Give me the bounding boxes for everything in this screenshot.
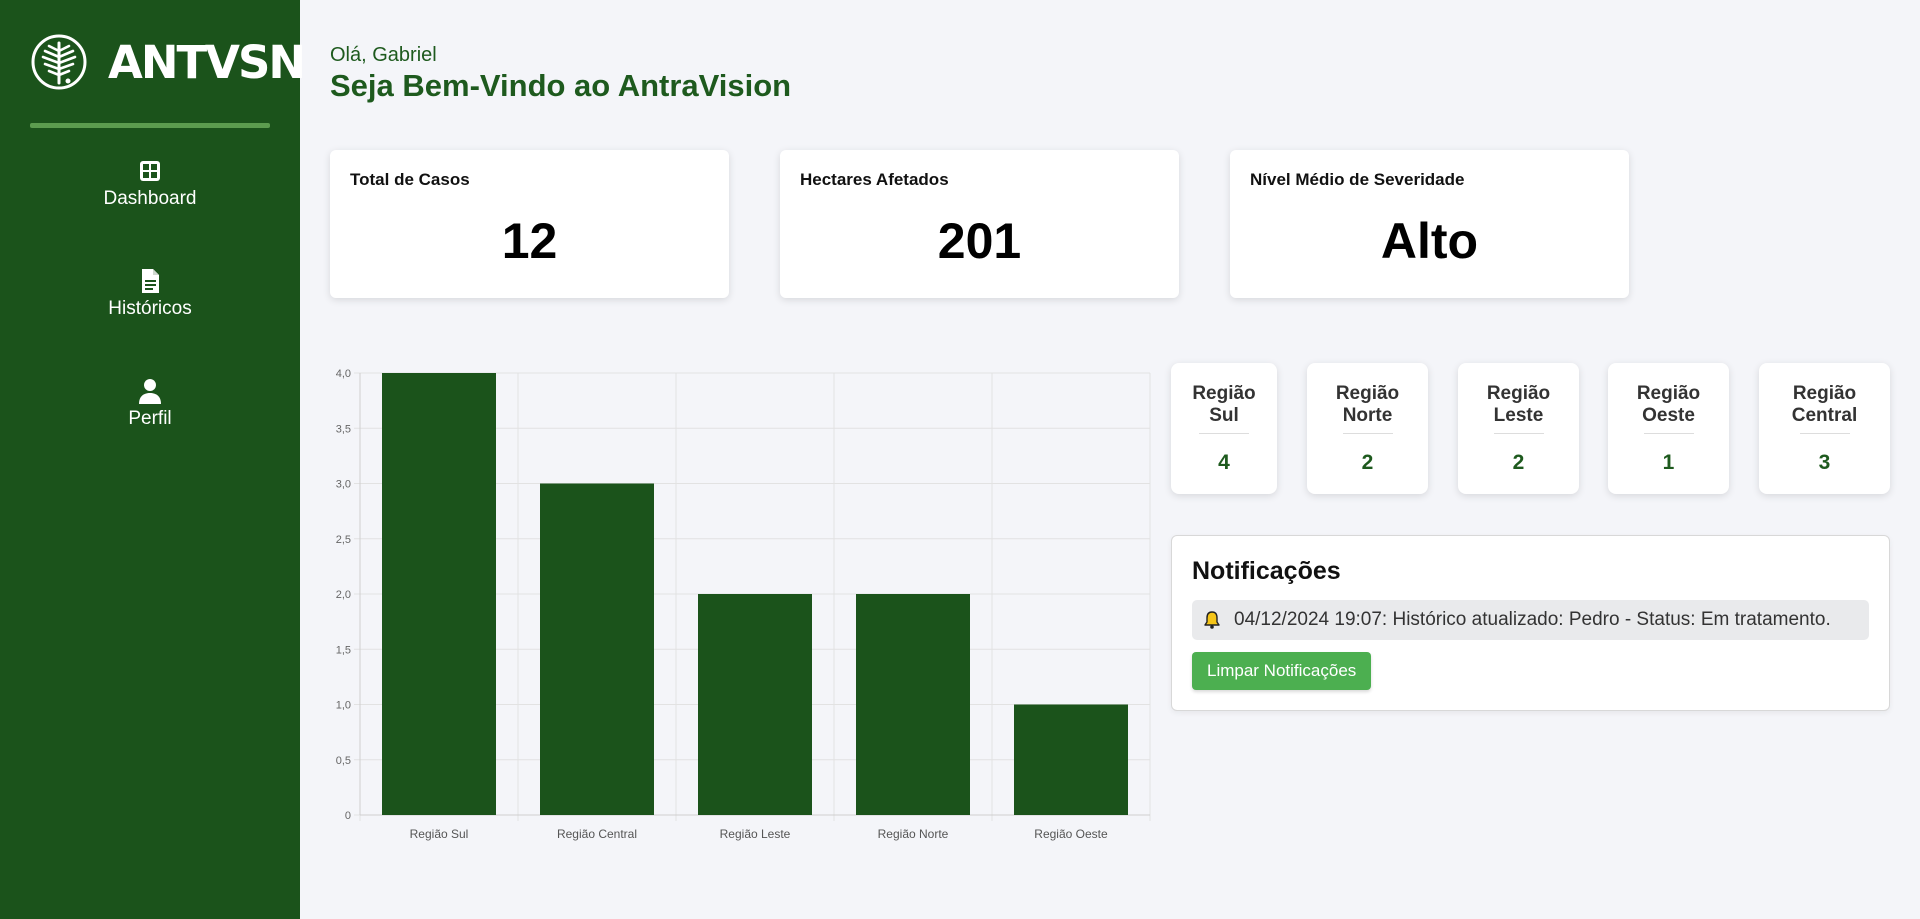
y-tick-label: 0 <box>345 810 351 822</box>
page-title: Seja Bem-Vindo ao AntraVision <box>330 68 792 103</box>
stat-value: 201 <box>937 213 1022 269</box>
region-name: Região Leste <box>1486 383 1551 426</box>
region-card-norte: Região Norte 2 <box>1307 363 1428 494</box>
sidebar-item-label: Perfil <box>128 408 172 429</box>
y-tick-label: 4,0 <box>336 368 351 380</box>
y-tick-label: 1,0 <box>336 700 351 712</box>
stat-card-severidade: Nível Médio de Severidade Alto <box>1230 150 1629 298</box>
bell-icon <box>1204 611 1220 629</box>
brand-logo[interactable]: ANTVSN <box>30 33 306 91</box>
notification-text: 04/12/2024 19:07: Histórico atualizado: … <box>1234 609 1831 630</box>
region-divider <box>1493 433 1544 434</box>
region-divider <box>1799 433 1850 434</box>
stat-value: 12 <box>501 213 558 269</box>
x-tick-label: Região Oeste <box>1034 827 1108 841</box>
notifications-panel: Notificações 04/12/2024 19:07: Histórico… <box>1171 535 1890 711</box>
clear-notifications-button[interactable]: Limpar Notificações <box>1192 652 1372 690</box>
x-tick-label: Região Sul <box>410 827 469 841</box>
notifications-title: Notificações <box>1192 557 1341 585</box>
region-card-leste: Região Leste 2 <box>1458 363 1579 494</box>
sidebar-item-historicos[interactable]: Históricos <box>0 268 300 320</box>
notification-item[interactable]: 04/12/2024 19:07: Histórico atualizado: … <box>1192 600 1869 640</box>
y-tick-label: 2,0 <box>336 589 351 601</box>
y-tick-label: 3,5 <box>336 423 351 435</box>
region-count: 2 <box>1361 451 1374 474</box>
bar-região-sul <box>382 373 496 815</box>
sidebar-item-label: Históricos <box>108 298 192 319</box>
x-tick-label: Região Central <box>557 827 637 841</box>
region-count: 1 <box>1662 451 1675 474</box>
stat-value: Alto <box>1380 213 1479 269</box>
y-tick-label: 2,5 <box>336 534 351 546</box>
sidebar-item-perfil[interactable]: Perfil <box>0 378 300 430</box>
sidebar-item-dashboard[interactable]: Dashboard <box>0 158 300 210</box>
bar-região-norte <box>856 594 970 815</box>
sidebar: ANTVSN Dashboard Históricos Perfil <box>0 0 306 919</box>
region-divider <box>1342 433 1393 434</box>
region-name: Região Central <box>1791 383 1858 426</box>
bar-região-central <box>540 483 654 815</box>
stat-card-hectares: Hectares Afetados 201 <box>780 150 1179 298</box>
x-tick-label: Região Norte <box>878 827 949 841</box>
brand-name: ANTVSN <box>108 35 306 89</box>
bar-região-leste <box>698 594 812 815</box>
sidebar-divider <box>30 123 270 128</box>
region-count: 4 <box>1218 451 1230 474</box>
sidebar-item-label: Dashboard <box>103 188 197 209</box>
document-icon <box>142 269 159 293</box>
y-tick-label: 1,5 <box>336 644 351 656</box>
bar-região-oeste <box>1014 704 1128 815</box>
region-name: Região Oeste <box>1636 383 1701 426</box>
region-divider <box>1199 433 1249 434</box>
region-count: 3 <box>1818 451 1831 474</box>
region-count: 2 <box>1512 451 1525 474</box>
stat-title: Nível Médio de Severidade <box>1250 170 1465 189</box>
stat-card-total-casos: Total de Casos 12 <box>330 150 729 298</box>
region-name: Região Norte <box>1335 383 1400 426</box>
stat-title: Total de Casos <box>350 170 470 189</box>
y-tick-label: 3,0 <box>336 479 351 491</box>
y-tick-label: 0,5 <box>336 755 351 767</box>
stat-title: Hectares Afetados <box>800 170 949 189</box>
region-card-oeste: Região Oeste 1 <box>1608 363 1729 494</box>
leaf-logo-icon <box>31 34 87 90</box>
user-icon <box>139 379 161 404</box>
cases-by-region-bar-chart: 0 0,5 1,0 1,5 2,0 2,5 3,0 3,5 4,0 Região Sul Regiã… <box>336 368 1151 841</box>
dashboard-grid-icon <box>140 161 160 181</box>
region-card-central: Região Central 3 <box>1759 363 1890 494</box>
region-divider <box>1643 433 1694 434</box>
x-tick-label: Região Leste <box>720 827 791 841</box>
region-name: Região Sul <box>1192 383 1256 426</box>
region-card-sul: Região Sul 4 <box>1171 363 1277 494</box>
greeting: Olá, Gabriel <box>330 44 437 66</box>
